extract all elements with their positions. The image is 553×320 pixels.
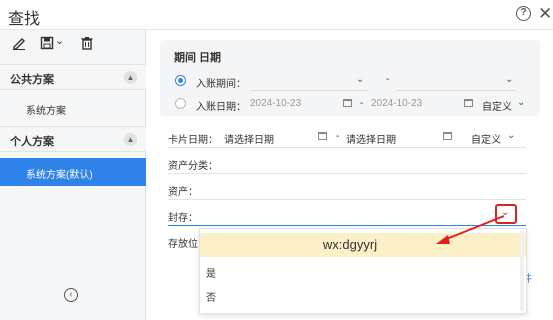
period-to-field[interactable]: [396, 90, 516, 91]
asset-field[interactable]: [168, 199, 526, 200]
save-icon[interactable]: [40, 36, 54, 55]
period-from-field[interactable]: [250, 90, 368, 91]
chevron-up-icon[interactable]: ▲: [124, 133, 137, 146]
sidebar-toolbar: ⌄: [0, 30, 146, 60]
section-personal-schemes[interactable]: 个人方案 ▲: [0, 126, 146, 152]
accounting-period-radio[interactable]: [175, 75, 186, 86]
chevron-down-icon[interactable]: ⌄: [507, 130, 515, 141]
section-label: 公共方案: [10, 74, 54, 86]
chevron-down-icon[interactable]: ⌄: [356, 74, 364, 85]
asset-category-field[interactable]: [168, 173, 526, 174]
dropdown-scrollbar[interactable]: [520, 231, 524, 311]
section-label: 个人方案: [10, 136, 54, 148]
range-separator: -: [360, 98, 364, 109]
location-label: 存放位: [168, 239, 198, 250]
date-to-value[interactable]: 2024-10-23: [371, 98, 422, 109]
asset-category-label: 资产分类：: [168, 161, 218, 172]
period-date-section: 期间 日期 入账期间： ⌄ - ⌄ 入账日期： 2024-10-23 - 202…: [160, 40, 540, 116]
scheme-item-system[interactable]: 系统方案: [0, 94, 146, 122]
date-mode-select[interactable]: 自定义: [482, 98, 512, 113]
option-label: 否: [206, 293, 216, 304]
card-date-mode-select[interactable]: 自定义: [471, 131, 501, 146]
asset-label: 资产：: [168, 187, 198, 198]
section-title: 期间 日期: [174, 52, 222, 64]
help-icon[interactable]: ?: [516, 6, 531, 21]
annotation-arrow-icon: [436, 215, 505, 244]
sealed-label: 封存：: [168, 213, 198, 224]
window-title: 查找: [8, 11, 41, 28]
dropdown-option[interactable]: 否: [200, 283, 526, 307]
scheme-item-label: 系统方案: [26, 106, 66, 117]
card-date-label: 卡片日期：: [168, 135, 218, 146]
calendar-icon[interactable]: [464, 99, 473, 107]
calendar-icon[interactable]: [318, 132, 327, 140]
option-label: 是: [206, 269, 216, 280]
accounting-period-label: 入账期间：: [196, 79, 246, 90]
range-separator: -: [386, 74, 390, 85]
filter-panel: 期间 日期 入账期间： ⌄ - ⌄ 入账日期： 2024-10-23 - 202…: [146, 30, 553, 320]
accounting-date-radio[interactable]: [175, 98, 186, 109]
divider: [168, 147, 526, 148]
calendar-icon[interactable]: [443, 132, 452, 140]
chevron-down-icon[interactable]: ⌄: [505, 74, 513, 85]
section-public-schemes[interactable]: 公共方案 ▲: [0, 64, 146, 90]
trash-icon[interactable]: [80, 36, 94, 55]
close-icon[interactable]: ✕: [538, 4, 552, 24]
scheme-item-system-default[interactable]: 系统方案(默认): [0, 158, 146, 186]
date-from-value[interactable]: 2024-10-23: [250, 98, 301, 109]
title-bar: 查找 ? ✕: [0, 0, 553, 30]
scheme-item-label: 系统方案(默认): [26, 170, 93, 181]
pencil-icon[interactable]: [12, 36, 26, 55]
save-dropdown-caret[interactable]: ⌄: [55, 34, 64, 47]
range-separator: -: [336, 131, 340, 142]
card-date-from-input[interactable]: 请选择日期: [224, 131, 274, 146]
card-date-to-input[interactable]: 请选择日期: [346, 131, 396, 146]
calendar-icon[interactable]: [343, 99, 352, 107]
collapse-sidebar-icon[interactable]: ‹: [64, 288, 78, 302]
scheme-sidebar: ⌄ 公共方案 ▲ 系统方案 个人方案 ▲ 系统方案(默认) ‹: [0, 30, 146, 320]
chevron-down-icon[interactable]: ⌄: [517, 97, 525, 108]
chevron-up-icon[interactable]: ▲: [124, 71, 137, 84]
accounting-date-label: 入账日期：: [196, 102, 246, 113]
dropdown-option[interactable]: 是: [200, 259, 526, 283]
